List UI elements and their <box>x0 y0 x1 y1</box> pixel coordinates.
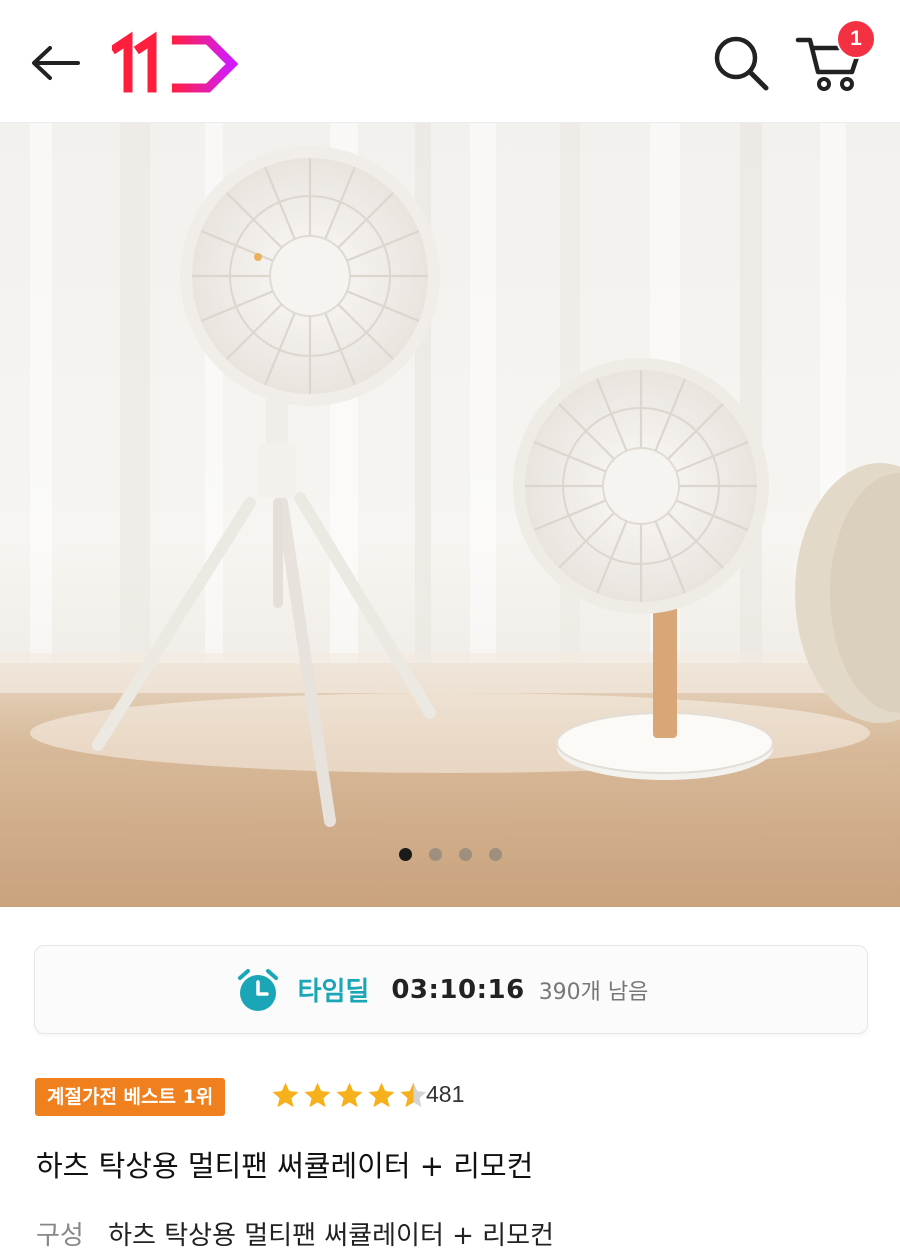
star-icon <box>272 1082 299 1108</box>
carousel-dot[interactable] <box>458 848 472 861</box>
carousel-dot[interactable] <box>398 848 412 861</box>
time-deal-countdown: 03:10:16 <box>391 974 525 1005</box>
best-seller-badge: 계절가전 베스트 1위 <box>35 1078 226 1116</box>
time-deal-banner[interactable]: 타임딜 03:10:16 390개 남음 <box>34 945 868 1034</box>
star-icon <box>304 1082 331 1108</box>
eleven-street-logo[interactable] <box>109 30 242 94</box>
carousel-dot[interactable] <box>428 848 442 861</box>
search-icon <box>714 36 769 91</box>
product-title: 하츠 탁상용 멀티팬 써큘레이터 + 리모컨 <box>36 1149 534 1183</box>
star-icon <box>368 1082 395 1108</box>
search-button[interactable] <box>708 30 774 96</box>
rating-stars[interactable] <box>270 1080 429 1114</box>
carousel-indicator <box>0 848 900 862</box>
composition-label: 구성 <box>36 1221 84 1251</box>
product-composition: 구성 하츠 탁상용 멀티팬 써큘레이터 + 리모컨 <box>36 1215 554 1252</box>
top-header: 1 <box>0 0 900 123</box>
time-deal-remaining: 390개 남음 <box>538 979 649 1005</box>
back-button[interactable] <box>26 38 86 88</box>
review-count[interactable]: 481 <box>426 1081 464 1108</box>
carousel-dot[interactable] <box>488 848 502 861</box>
composition-value: 하츠 탁상용 멀티팬 써큘레이터 + 리모컨 <box>108 1221 554 1251</box>
cart-count-badge: 1 <box>836 19 876 59</box>
time-deal-label: 타임딜 <box>297 977 370 1007</box>
star-icon <box>336 1082 363 1108</box>
product-image[interactable] <box>0 123 900 907</box>
alarm-clock-icon <box>237 968 278 1011</box>
half-star-icon <box>400 1082 427 1108</box>
arrow-left-icon <box>32 46 80 80</box>
